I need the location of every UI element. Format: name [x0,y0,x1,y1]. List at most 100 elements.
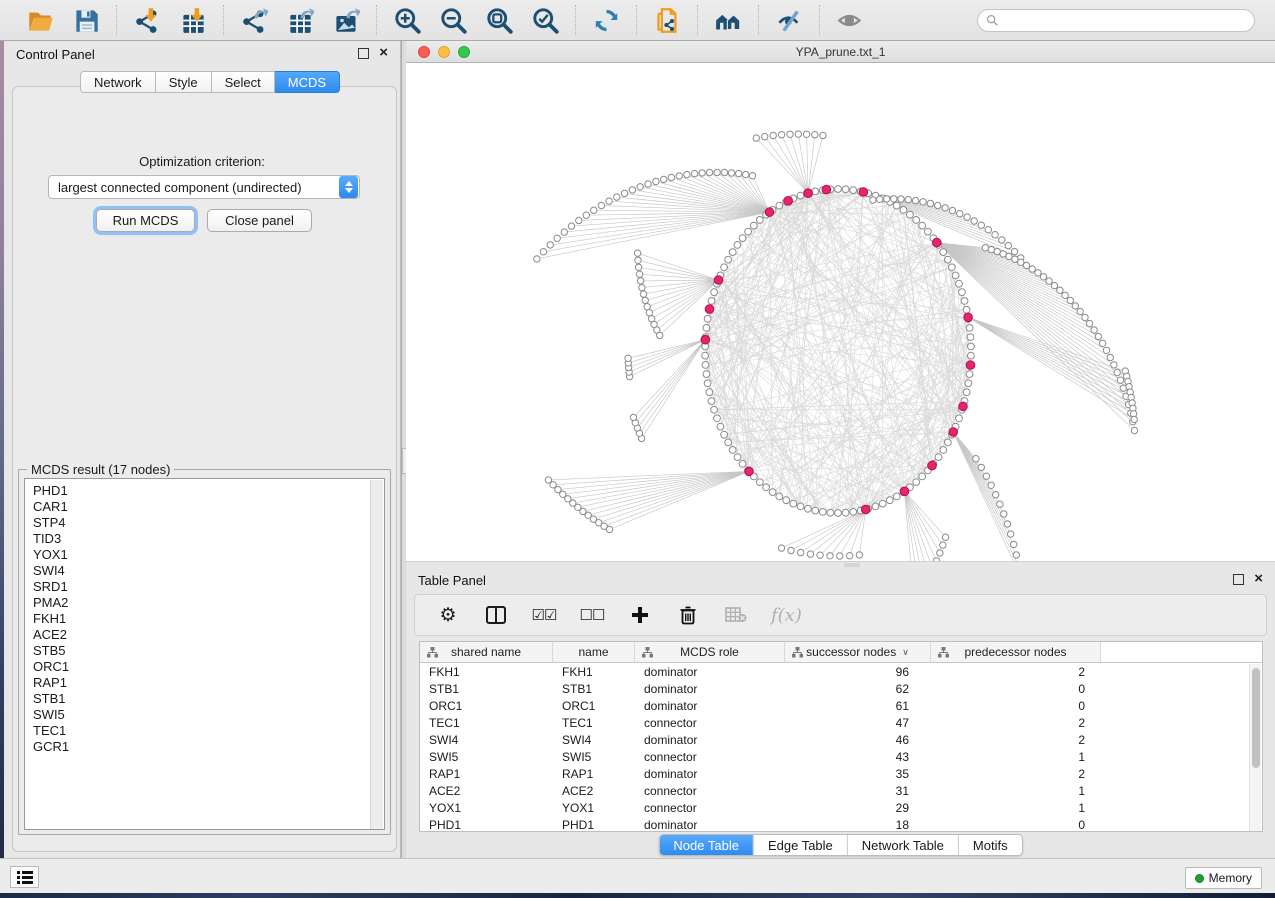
new-network-document-button[interactable] [649,4,685,36]
zoom-fit-button[interactable] [481,4,517,36]
refresh-button[interactable] [588,4,624,36]
hide-annotations-button[interactable] [771,4,807,36]
column-header-predecessor-nodes[interactable]: predecessor nodes [931,642,1101,662]
mcds-result-title: MCDS result (17 nodes) [27,462,174,477]
cell: RAP1 [420,767,553,781]
grid-header-row: shared namenameMCDS rolesuccessor nodes∨… [420,642,1262,663]
tab-mcds[interactable]: MCDS [275,71,340,93]
cell: 2 [931,665,1101,679]
scrollbar-thumb[interactable] [1252,668,1260,768]
column-header-MCDS-role[interactable]: MCDS role [635,642,785,662]
cell: dominator [635,767,785,781]
table-row[interactable]: STB1STB1dominator620 [420,680,1262,697]
table-row[interactable]: ACE2ACE2connector311 [420,782,1262,799]
search-icon [986,14,999,27]
tab-edge-table[interactable]: Edge Table [753,835,847,855]
tab-network[interactable]: Network [80,71,156,93]
show-annotations-icon [837,7,864,34]
table-row[interactable]: YOX1YOX1connector291 [420,799,1262,816]
table-row[interactable]: SWI5SWI5connector431 [420,748,1262,765]
zoom-in-icon [394,7,421,34]
column-header-name[interactable]: name [553,642,635,662]
zoom-selected-button[interactable] [527,4,563,36]
cell: SWI5 [420,750,553,764]
result-item[interactable]: CAR1 [33,499,384,515]
result-item[interactable]: RAP1 [33,675,384,691]
float-panel-icon[interactable] [358,48,369,61]
result-item[interactable]: TID3 [33,531,384,547]
table-row[interactable]: PHD1PHD1dominator180 [420,816,1262,833]
columns-icon[interactable] [483,602,509,628]
unselect-all-icon[interactable]: ☐☐ [579,602,605,628]
result-item[interactable]: SWI4 [33,563,384,579]
result-item[interactable]: ORC1 [33,659,384,675]
table-scrollbar[interactable] [1249,664,1261,831]
table-row[interactable]: TEC1TEC1connector472 [420,714,1262,731]
result-item[interactable]: STP4 [33,515,384,531]
show-panels-button[interactable] [10,866,39,888]
export-image-button[interactable] [328,4,364,36]
tab-style[interactable]: Style [156,71,212,93]
close-panel-icon[interactable]: × [1254,571,1263,587]
close-panel-button[interactable]: Close panel [207,209,312,232]
column-header-shared-name[interactable]: shared name [420,642,553,662]
result-list-scrollbar[interactable] [370,480,383,830]
network-window-titlebar[interactable]: YPA_prune.txt_1 [406,41,1275,63]
import-table-button[interactable] [175,4,211,36]
close-panel-icon[interactable]: × [379,45,388,61]
open-folder-button[interactable] [22,4,58,36]
table-row[interactable]: SWI4SWI4dominator462 [420,731,1262,748]
tab-node-table[interactable]: Node Table [659,835,753,855]
network-graph[interactable] [406,63,1275,561]
result-item[interactable]: PHD1 [33,483,384,499]
search-input[interactable] [999,13,1246,27]
select-all-icon[interactable]: ☑☑ [531,602,557,628]
cell: dominator [635,818,785,832]
list-icon [17,871,33,884]
result-item[interactable]: GCR1 [33,739,384,755]
table-row[interactable]: ORC1ORC1dominator610 [420,697,1262,714]
show-annotations-button[interactable] [832,4,868,36]
tab-motifs[interactable]: Motifs [958,835,1022,855]
zoom-out-button[interactable] [435,4,471,36]
run-mcds-button[interactable]: Run MCDS [96,209,195,232]
open-folder-icon [27,7,54,34]
export-table-button[interactable] [282,4,318,36]
network-window-title: YPA_prune.txt_1 [406,45,1275,59]
cell: 61 [785,699,931,713]
cell: 35 [785,767,931,781]
tab-network-table[interactable]: Network Table [847,835,958,855]
column-header-successor-nodes[interactable]: successor nodes∨ [785,642,931,662]
table-type-tabs: Node TableEdge TableNetwork TableMotifs [658,834,1022,856]
memory-button[interactable]: Memory [1185,867,1262,889]
result-item[interactable]: PMA2 [33,595,384,611]
zoom-in-button[interactable] [389,4,425,36]
table-row[interactable]: FKH1FKH1dominator962 [420,663,1262,680]
delete-row-icon[interactable] [675,602,701,628]
result-item[interactable]: FKH1 [33,611,384,627]
tab-select[interactable]: Select [212,71,275,93]
result-item[interactable]: SWI5 [33,707,384,723]
result-item[interactable]: YOX1 [33,547,384,563]
cell: STB1 [553,682,635,696]
optimization-criterion-dropdown[interactable]: largest connected component (undirected) [48,175,360,199]
cell: dominator [635,733,785,747]
satellite-nodes[interactable] [534,131,1138,561]
import-network-button[interactable] [129,4,165,36]
result-item[interactable]: SRD1 [33,579,384,595]
export-network-button[interactable] [236,4,272,36]
add-row-icon[interactable] [627,602,653,628]
float-panel-icon[interactable] [1233,574,1244,587]
gear-icon[interactable]: ⚙ [435,602,461,628]
result-item[interactable]: TEC1 [33,723,384,739]
cell: YOX1 [420,801,553,815]
result-item[interactable]: STB5 [33,643,384,659]
mcds-result-list[interactable]: PHD1CAR1STP4TID3YOX1SWI4SRD1PMA2FKH1ACE2… [24,478,385,830]
save-button[interactable] [68,4,104,36]
search-field[interactable] [977,9,1255,32]
grid-rows: FKH1FKH1dominator962STB1STB1dominator620… [420,663,1262,833]
result-item[interactable]: STB1 [33,691,384,707]
session-home-button[interactable] [710,4,746,36]
table-row[interactable]: RAP1RAP1dominator352 [420,765,1262,782]
result-item[interactable]: ACE2 [33,627,384,643]
